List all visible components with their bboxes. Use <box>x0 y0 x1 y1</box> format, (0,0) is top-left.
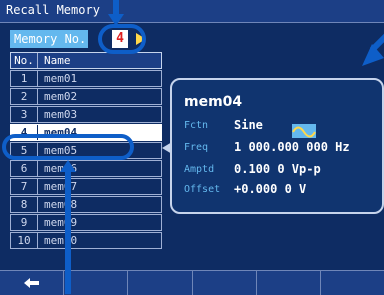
annotation-arrows <box>60 0 384 294</box>
